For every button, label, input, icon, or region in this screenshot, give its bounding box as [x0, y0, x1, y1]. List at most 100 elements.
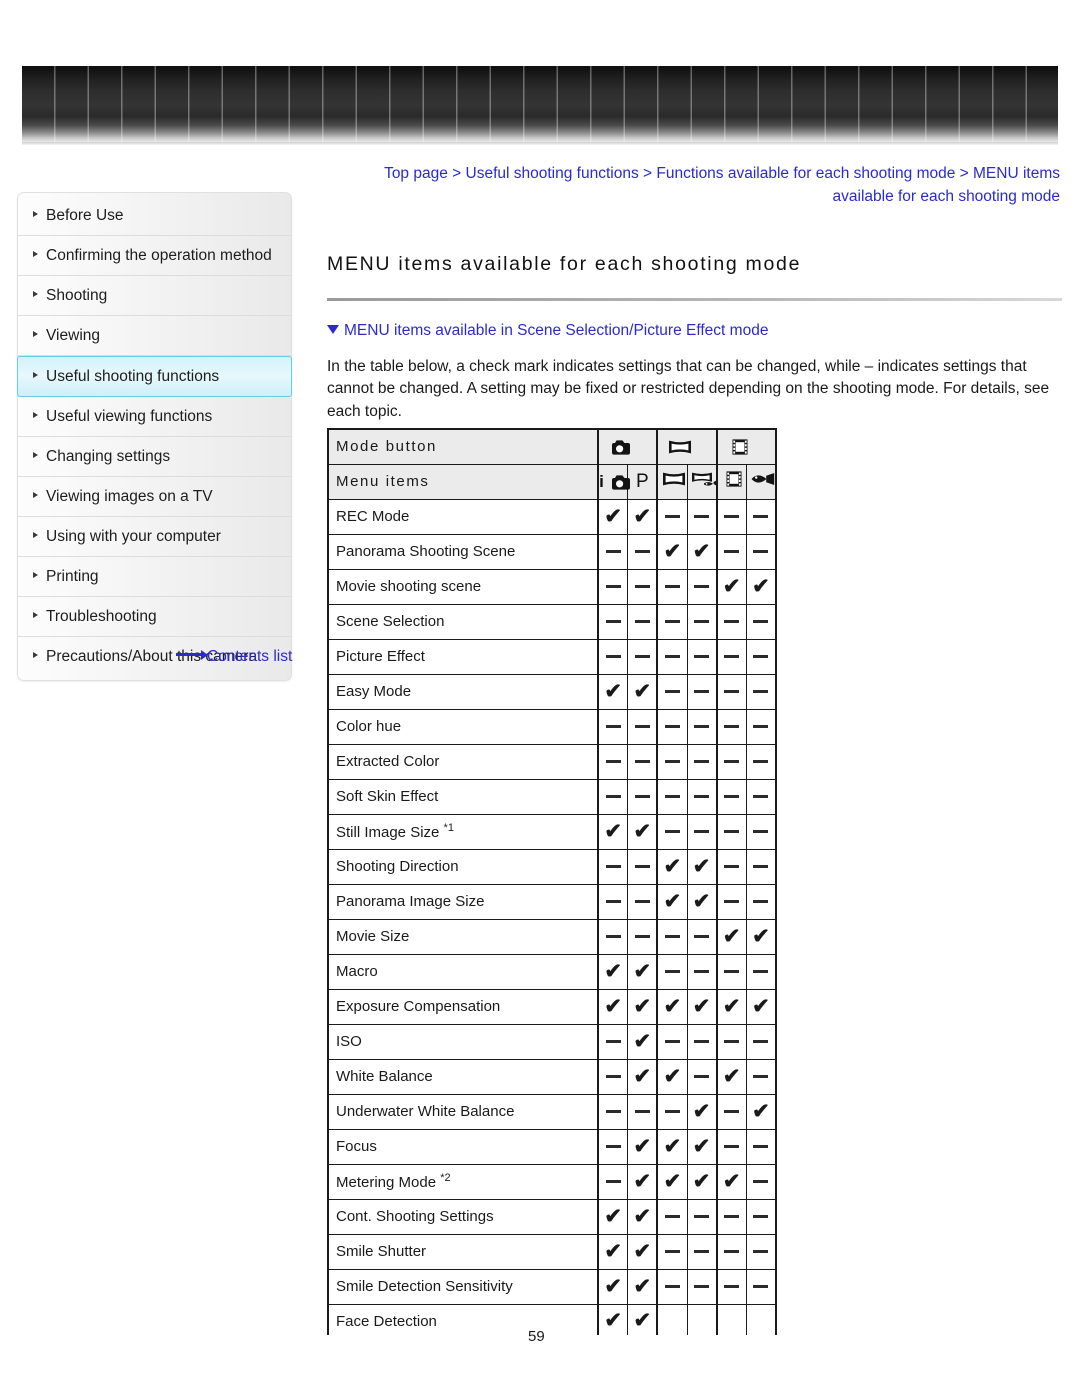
sidebar-item-shooting[interactable]: Shooting — [18, 276, 291, 316]
dash-icon — [605, 1179, 621, 1183]
dash-icon — [694, 1214, 710, 1218]
menu-icon-cell-panorama-icon — [656, 463, 690, 500]
row-label-footnote: *1 — [443, 822, 454, 834]
cell-unavailable — [656, 1233, 688, 1270]
cell-unavailable — [716, 743, 747, 780]
row-label-text: Cont. Shooting Settings — [336, 1208, 494, 1225]
sidebar-item-before-use[interactable]: Before Use — [18, 196, 291, 236]
dash-icon — [724, 1249, 740, 1253]
cell-unavailable — [656, 673, 688, 710]
table-row: Scene Selection — [327, 603, 777, 640]
cell-unavailable — [686, 743, 718, 780]
cell-unavailable — [686, 813, 718, 850]
mode-table-container: Mode button Menu items i P REC Mode ✔ ✔ Pano… — [327, 428, 797, 1335]
dash-icon — [664, 1039, 680, 1043]
panorama-icon — [664, 435, 696, 459]
cell-unavailable — [597, 638, 629, 675]
check-icon: ✔ — [663, 889, 682, 913]
cell-available: ✔ — [627, 813, 659, 850]
dash-icon — [605, 654, 621, 658]
cell-unavailable — [656, 603, 688, 640]
cell-unavailable — [745, 1163, 777, 1200]
scene-selection-link[interactable]: MENU items available in Scene Selection/… — [327, 322, 1062, 340]
dash-icon — [753, 654, 769, 658]
dash-icon — [605, 724, 621, 728]
cell-unavailable — [745, 813, 777, 850]
cell-unavailable — [656, 638, 688, 675]
row-label: Smile Shutter — [327, 1233, 600, 1270]
cell-available: ✔ — [627, 1023, 659, 1060]
sidebar-item-troubleshooting[interactable]: Troubleshooting — [18, 597, 291, 637]
sidebar-item-changing-settings[interactable]: Changing settings — [18, 437, 291, 477]
sidebar-item-label: Troubleshooting — [46, 608, 157, 625]
dash-icon — [753, 1284, 769, 1288]
chevron-right-icon — [33, 251, 38, 257]
sidebar-item-useful-shooting-functions[interactable]: Useful shooting functions — [17, 356, 292, 397]
cell-unavailable — [716, 638, 747, 675]
row-label-text: Smile Shutter — [336, 1243, 427, 1260]
cell-available: ✔ — [686, 533, 718, 570]
sidebar-item-label: Confirming the operation method — [46, 247, 272, 264]
dash-icon — [605, 934, 621, 938]
cell-unavailable — [716, 603, 747, 640]
cell-available: ✔ — [597, 953, 629, 990]
dash-icon — [694, 969, 710, 973]
sidebar-item-viewing[interactable]: Viewing — [18, 316, 291, 356]
dash-icon — [694, 759, 710, 763]
breadcrumb[interactable]: Top page > Useful shooting functions > F… — [360, 162, 1060, 208]
sidebar-item-confirming-the-operation-method[interactable]: Confirming the operation method — [18, 236, 291, 276]
row-label-text: Still Image Size — [336, 824, 440, 841]
row-label-text: Smile Detection Sensitivity — [336, 1278, 513, 1295]
cell-unavailable — [686, 673, 718, 710]
dash-icon — [664, 1284, 680, 1288]
sidebar-item-label: Useful viewing functions — [46, 408, 213, 425]
dash-icon — [753, 829, 769, 833]
dash-icon — [634, 759, 650, 763]
sidebar-item-useful-viewing-functions[interactable]: Useful viewing functions — [18, 397, 291, 437]
mode-button-cell-movie-film-icon — [716, 428, 778, 465]
cell-unavailable — [716, 813, 747, 850]
row-label: Scene Selection — [327, 603, 600, 640]
cell-unavailable — [597, 533, 629, 570]
cell-unavailable — [597, 1058, 629, 1095]
cell-unavailable — [686, 568, 718, 605]
table-row: Panorama Image Size ✔ ✔ — [327, 883, 777, 920]
sidebar-item-printing[interactable]: Printing — [18, 557, 291, 597]
dash-icon — [664, 619, 680, 623]
cell-unavailable — [597, 848, 629, 885]
cell-unavailable — [745, 953, 777, 990]
cell-available: ✔ — [627, 1303, 659, 1335]
row-label-text: Easy Mode — [336, 683, 412, 700]
check-icon: ✔ — [604, 1204, 622, 1228]
cell-unavailable — [656, 813, 688, 850]
cell-unavailable — [745, 1233, 777, 1270]
cell-unavailable — [627, 743, 659, 780]
dash-icon — [605, 1109, 621, 1113]
chevron-right-icon — [33, 532, 38, 538]
row-label: Underwater White Balance — [327, 1093, 600, 1130]
row-label: Macro — [327, 953, 600, 990]
panorama-icon — [658, 467, 690, 491]
check-icon: ✔ — [633, 819, 652, 843]
dash-icon — [664, 514, 680, 518]
table-row: Movie shooting scene ✔ ✔ — [327, 568, 777, 605]
table-row: ISO ✔ — [327, 1023, 777, 1060]
cell-unavailable — [656, 778, 688, 815]
dash-icon — [694, 689, 710, 693]
sidebar-nav: Before Use Confirming the operation metho… — [17, 192, 292, 681]
cell-available: ✔ — [597, 1268, 629, 1305]
cell-unavailable — [716, 708, 747, 745]
sidebar-item-using-with-your-computer[interactable]: Using with your computer — [18, 517, 291, 557]
contents-list-link[interactable]: Contents list — [176, 648, 292, 666]
row-label: Easy Mode — [327, 673, 600, 710]
dash-icon — [605, 1144, 621, 1148]
cell-unavailable — [627, 883, 659, 920]
cell-available: ✔ — [597, 1233, 629, 1270]
check-icon: ✔ — [692, 889, 711, 913]
cell-available: ✔ — [627, 988, 659, 1025]
check-icon: ✔ — [752, 574, 770, 598]
sidebar-item-viewing-images-on-a-tv[interactable]: Viewing images on a TV — [18, 477, 291, 517]
cell-unavailable — [716, 1268, 747, 1305]
dash-icon — [634, 724, 650, 728]
dash-icon — [664, 934, 680, 938]
